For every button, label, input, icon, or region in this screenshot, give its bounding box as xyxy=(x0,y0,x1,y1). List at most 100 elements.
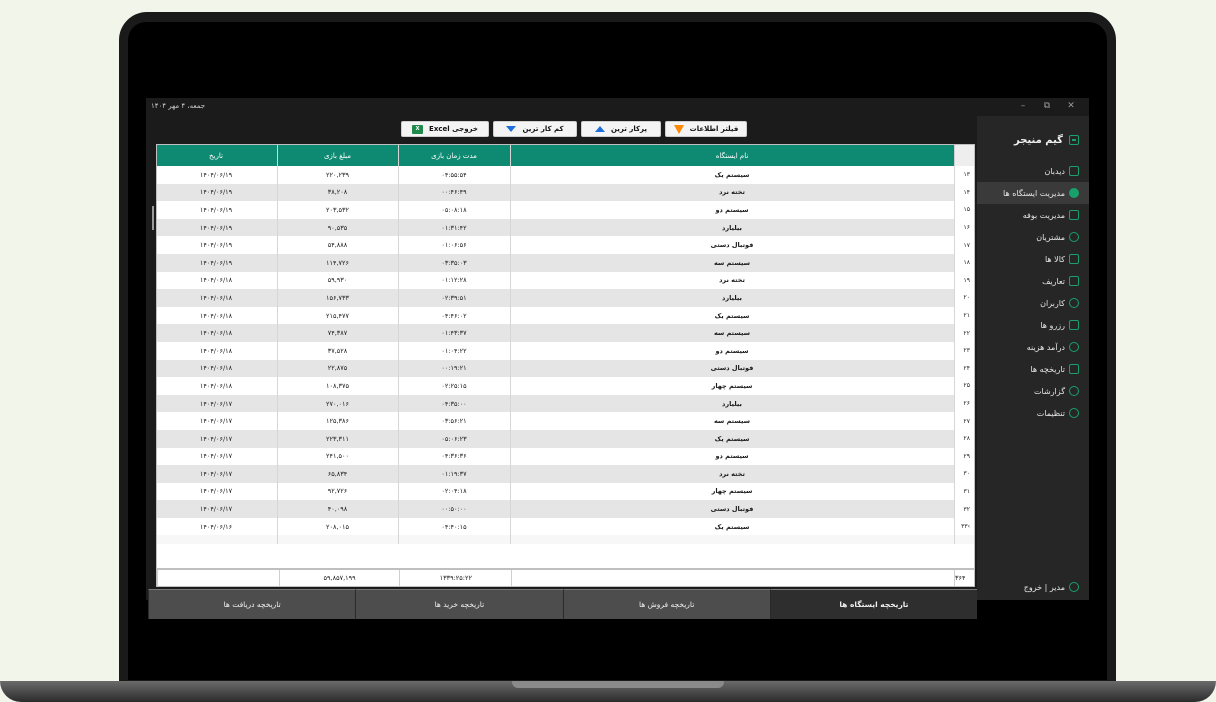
amount-cell: ۱۲۵,۳۸۶ xyxy=(276,412,398,430)
sidebar-item-definitions[interactable]: تعاریف xyxy=(977,270,1089,292)
table-row[interactable]: ۱۴ تخته نرد ۰۰:۴۶:۴۹ ۳۸,۲۰۸ ۱۴۰۴/۰۶/۱۹ xyxy=(157,183,974,202)
users-icon xyxy=(1069,232,1079,242)
tab-stations-history[interactable]: تاریخچه ایستگاه ها xyxy=(769,589,977,619)
station-name-cell: بیلیارد xyxy=(509,289,954,307)
date-cell: ۱۴۰۴/۰۶/۱۸ xyxy=(157,271,277,290)
amount-cell: ۲۴۱,۵۰۰ xyxy=(276,447,398,466)
sidebar-item-reports[interactable]: گزارشات xyxy=(977,380,1089,402)
sidebar-item-dashboard[interactable]: دیدبان xyxy=(977,160,1089,182)
summary-total-amount: ۵۹,۸۵۷,۱۹۹ xyxy=(278,570,400,586)
sidebar-item-stations[interactable]: مدیریت ایستگاه ها xyxy=(977,182,1089,204)
station-name-cell: سیستم یک xyxy=(509,429,954,448)
monitor-icon xyxy=(1069,166,1079,176)
station-name-cell: سیستم سه xyxy=(509,412,954,430)
table-row[interactable]: ›۳۳ سیستم یک ۰۴:۴۰:۱۵ ۲۰۸,۰۱۵ ۱۴۰۴/۰۶/۱۶ xyxy=(157,517,974,536)
table-row[interactable]: ۳۰ تخته نرد ۰۱:۱۹:۳۷ ۶۵,۸۳۴ ۱۴۰۴/۰۶/۱۷ xyxy=(157,465,974,483)
amount-cell: ۵۴,۸۸۸ xyxy=(276,236,398,254)
title-bar: جمعه، ۴ مهر ۱۴۰۴ – ⧉ ✕ xyxy=(146,98,1089,116)
table-row[interactable]: ۱۷ فوتبال دستی ۰۱:۰۶:۵۶ ۵۴,۸۸۸ ۱۴۰۴/۰۶/۱۹ xyxy=(157,236,974,254)
date-cell: ۱۴۰۴/۰۶/۱۸ xyxy=(157,306,277,325)
duration-cell: ۰۱:۳۱:۴۲ xyxy=(397,218,510,237)
minimize-icon[interactable]: – xyxy=(1017,101,1029,111)
row-number: ۲۶ xyxy=(953,394,974,413)
amount-cell: ۵۹,۹۳۰ xyxy=(276,271,398,290)
amount-cell: ۲۰۸,۰۱۵ xyxy=(276,517,398,536)
column-header-duration[interactable]: مدت زمان بازی xyxy=(397,145,510,166)
amount-cell: ۳۸,۲۰۸ xyxy=(276,183,398,202)
table-row[interactable]: ۳۱ سیستم چهار ۰۲:۰۴:۱۸ ۹۲,۷۲۶ ۱۴۰۴/۰۶/۱۷ xyxy=(157,482,974,501)
close-icon[interactable]: ✕ xyxy=(1065,101,1077,111)
date-cell: ۱۴۰۴/۰۶/۱۹ xyxy=(157,218,277,237)
station-name-cell: سیستم چهار xyxy=(509,482,954,501)
table-row[interactable]: ۲۱ سیستم یک ۰۴:۴۶:۰۲ ۲۱۵,۴۷۷ ۱۴۰۴/۰۶/۱۸ xyxy=(157,306,974,325)
most-played-label: پرکار ترین xyxy=(610,125,648,133)
date-cell: ۱۴۰۴/۰۶/۱۸ xyxy=(157,341,277,360)
sidebar-item-goods[interactable]: کالا ها xyxy=(977,248,1089,270)
row-number: ۱۸ xyxy=(953,253,974,272)
amount-cell: ۶۵,۸۳۴ xyxy=(276,465,398,483)
station-name-cell: سیستم یک xyxy=(509,306,954,325)
tab-purchases-history[interactable]: تاریخچه خرید ها xyxy=(355,589,563,619)
row-number: ۲۰ xyxy=(953,289,974,307)
table-row[interactable]: ۲۵ سیستم چهار ۰۲:۲۵:۱۵ ۱۰۸,۳۷۵ ۱۴۰۴/۰۶/۱۸ xyxy=(157,377,974,395)
amount-cell: ۲۲,۸۷۵ xyxy=(276,359,398,378)
table-row[interactable]: ۲۰ بیلیارد ۰۲:۳۹:۵۱ ۱۵۶,۷۳۳ ۱۴۰۴/۰۶/۱۸ xyxy=(157,289,974,307)
sidebar-item-customers[interactable]: مشتریان xyxy=(977,226,1089,248)
app-title-text: گیم منیجر xyxy=(1013,134,1063,146)
table-row[interactable]: ۲۳ سیستم دو ۰۱:۰۴:۲۲ ۳۷,۵۲۸ ۱۴۰۴/۰۶/۱۸ xyxy=(157,341,974,360)
table-row[interactable]: ۱۸ سیستم سه ۰۳:۳۵:۰۳ ۱۱۴,۷۲۶ ۱۴۰۴/۰۶/۱۹ xyxy=(157,253,974,272)
sidebar-item-users[interactable]: کاربران xyxy=(977,292,1089,314)
money-bag-icon xyxy=(1069,342,1079,352)
station-name-cell: تخته نرد xyxy=(509,183,954,202)
table-row[interactable]: ۲۲ سیستم سه ۰۱:۴۳:۳۷ ۷۴,۳۸۷ ۱۴۰۴/۰۶/۱۸ xyxy=(157,324,974,342)
sidebar-item-buffet[interactable]: مدیریت بوفه xyxy=(977,204,1089,226)
duration-cell: ۰۱:۴۳:۳۷ xyxy=(397,324,510,342)
window-controls: – ⧉ ✕ xyxy=(1017,101,1077,111)
station-name-cell: تخته نرد xyxy=(509,271,954,290)
excel-export-button[interactable]: خروجی Excel X xyxy=(401,121,489,137)
date-cell: ۱۴۰۴/۰۶/۱۷ xyxy=(157,412,277,430)
ticket-icon xyxy=(1069,320,1079,330)
column-header-station[interactable]: نام ایستگاه xyxy=(509,145,954,166)
sidebar-item-settings[interactable]: تنظیمات xyxy=(977,402,1089,424)
row-number: ۲۱ xyxy=(953,306,974,325)
duration-cell: ۰۰:۱۹:۲۱ xyxy=(397,359,510,378)
date-cell: ۱۴۰۴/۰۶/۱۸ xyxy=(157,289,277,307)
logout-button[interactable]: مدیر | خروج xyxy=(1024,582,1079,592)
amount-cell: ۴۰,۰۹۸ xyxy=(276,500,398,518)
sidebar-item-history[interactable]: تاریخچه ها xyxy=(977,358,1089,380)
date-label: جمعه، ۴ مهر ۱۴۰۴ xyxy=(151,102,206,110)
least-played-button[interactable]: کم کار ترین xyxy=(493,121,577,137)
sort-up-icon xyxy=(594,126,605,132)
tab-sales-history[interactable]: تاریخچه فروش ها xyxy=(562,589,770,619)
table-row[interactable]: ۲۸ سیستم یک ۰۵:۰۶:۲۳ ۲۲۳,۳۱۱ ۱۴۰۴/۰۶/۱۷ xyxy=(157,429,974,448)
table-row[interactable]: ۲۴ فوتبال دستی ۰۰:۱۹:۲۱ ۲۲,۸۷۵ ۱۴۰۴/۰۶/۱۸ xyxy=(157,359,974,378)
most-played-button[interactable]: پرکار ترین xyxy=(581,121,661,137)
duration-cell: ۰۰:۵۰:۰۰ xyxy=(397,500,510,518)
sidebar-item-income-expense[interactable]: درآمد هزینه xyxy=(977,336,1089,358)
scrollbar-thumb[interactable] xyxy=(152,206,154,230)
table-row[interactable]: ۱۵ سیستم دو ۰۵:۰۸:۱۸ ۲۰۳,۵۳۲ ۱۴۰۴/۰۶/۱۹ xyxy=(157,201,974,219)
table-row[interactable]: ۱۹ تخته نرد ۰۱:۱۲:۲۸ ۵۹,۹۳۰ ۱۴۰۴/۰۶/۱۸ xyxy=(157,271,974,290)
table-row[interactable]: ۱۳ سیستم یک ۰۴:۵۵:۵۴ ۲۲۰,۲۳۹ ۱۴۰۴/۰۶/۱۹ xyxy=(157,166,974,184)
table-row[interactable]: ۳۲ فوتبال دستی ۰۰:۵۰:۰۰ ۴۰,۰۹۸ ۱۴۰۴/۰۶/۱۷ xyxy=(157,500,974,518)
date-cell: ۱۴۰۴/۰۶/۱۷ xyxy=(157,394,277,413)
sidebar-item-reservations[interactable]: رزرو ها xyxy=(977,314,1089,336)
table-row[interactable]: ۲۹ سیستم دو ۰۴:۳۶:۳۶ ۲۴۱,۵۰۰ ۱۴۰۴/۰۶/۱۷ xyxy=(157,447,974,466)
maximize-icon[interactable]: ⧉ xyxy=(1041,101,1053,111)
table-row[interactable]: ۲۷ سیستم سه ۰۳:۵۶:۲۱ ۱۲۵,۳۸۶ ۱۴۰۴/۰۶/۱۷ xyxy=(157,412,974,430)
date-cell: ۱۴۰۴/۰۶/۱۸ xyxy=(157,377,277,395)
amount-cell: ۷۴,۳۸۷ xyxy=(276,324,398,342)
main-panel: خروجی Excel X کم کار ترین پرکار ترین فیل… xyxy=(148,116,977,619)
filter-button[interactable]: فیلتر اطلاعات xyxy=(665,121,747,137)
row-number: ۱۹ xyxy=(953,271,974,290)
tab-receipts-history[interactable]: تاریخچه دریافت ها xyxy=(148,589,356,619)
station-name-cell: سیستم دو xyxy=(509,341,954,360)
column-header-amount[interactable]: مبلغ بازی xyxy=(276,145,398,166)
table-row[interactable]: ۱۶ بیلیارد ۰۱:۳۱:۴۲ ۹۰,۵۳۵ ۱۴۰۴/۰۶/۱۹ xyxy=(157,218,974,237)
sidebar-menu: دیدبان مدیریت ایستگاه ها مدیریت بوفه مشت… xyxy=(977,160,1089,424)
table-row[interactable]: ۲۶ بیلیارد ۰۴:۳۵:۰۰ ۲۷۰,۰۱۶ ۱۴۰۴/۰۶/۱۷ xyxy=(157,394,974,413)
date-cell: ۱۴۰۴/۰۶/۱۸ xyxy=(157,324,277,342)
column-header-date[interactable]: تاریخ xyxy=(157,145,277,166)
row-number: ۲۵ xyxy=(953,377,974,395)
